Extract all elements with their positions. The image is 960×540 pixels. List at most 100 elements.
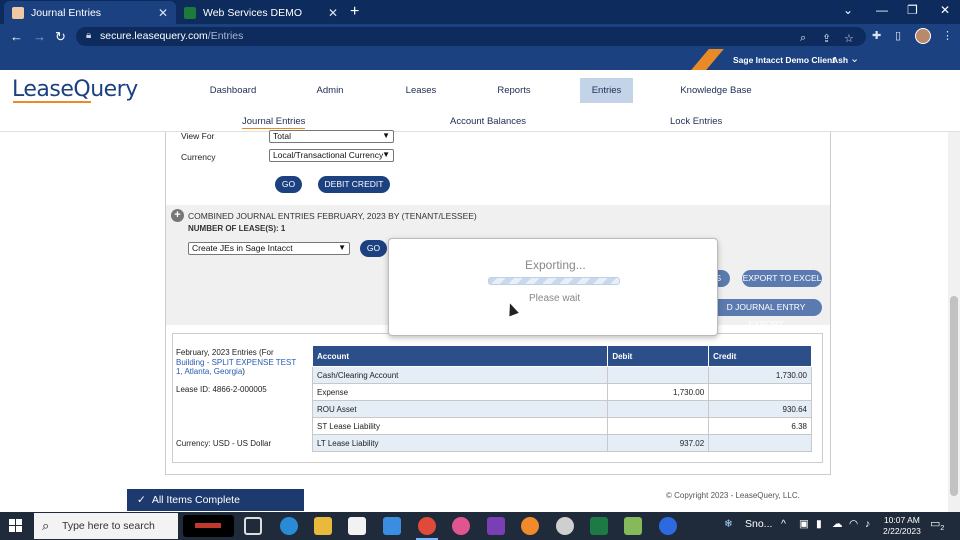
excel-icon[interactable]	[590, 517, 608, 535]
restore-button[interactable]: ❐	[907, 3, 918, 17]
app-icon[interactable]	[521, 517, 539, 535]
debit-cell	[607, 417, 710, 435]
tab-search-icon[interactable]: ⌄	[843, 3, 853, 17]
notification-count: 2	[940, 525, 945, 533]
currency-select[interactable]: Local/Transactional Currency ▼	[269, 149, 394, 162]
weather-snow-icon[interactable]: ❄	[724, 518, 733, 530]
user-menu-chevron-icon[interactable]: ⌄	[850, 52, 859, 65]
credit-cell: 6.38	[708, 417, 812, 435]
chevron-down-icon: ▼	[382, 150, 390, 159]
wifi-icon[interactable]: ◠	[849, 518, 858, 530]
table-row: ROU Asset 930.64	[311, 400, 812, 418]
browser-menu-icon[interactable]: ⋮	[942, 29, 953, 42]
journal-entries-table: Account Debit Credit Cash/Clearing Accou…	[311, 345, 812, 452]
view-for-select[interactable]: Total ▼	[269, 130, 394, 143]
entry-currency: Currency: USD - US Dollar	[176, 439, 272, 448]
subnav-account-balances[interactable]: Account Balances	[450, 116, 526, 127]
debit-credit-button[interactable]: DEBIT CREDIT	[318, 176, 390, 193]
nav-dashboard[interactable]: Dashboard	[195, 78, 271, 103]
url-field[interactable]: 🔒︎ secure.leasequery.com/Entries ⌕ ⇪ ☆	[76, 27, 866, 46]
slack-icon[interactable]	[452, 517, 470, 535]
table-row: Expense 1,730.00	[311, 383, 812, 401]
camera-icon[interactable]: ▣	[799, 518, 809, 530]
sage-favicon-icon	[184, 6, 196, 19]
lease-link[interactable]: Building - SPLIT EXPENSE TEST 1, Atlanta…	[176, 358, 296, 377]
notepad-icon[interactable]	[624, 517, 642, 535]
lease-count: NUMBER OF LEASE(S): 1	[188, 224, 286, 233]
side-panel-icon[interactable]: ▯	[895, 29, 901, 42]
search-icon: ⌕	[42, 518, 50, 533]
leasequery-favicon-icon	[12, 6, 24, 19]
forward-arrow-icon[interactable]: →	[33, 29, 46, 44]
microsoft-store-icon[interactable]	[348, 517, 366, 535]
action-go-button[interactable]: GO	[360, 240, 387, 257]
subnav-lock-entries[interactable]: Lock Entries	[670, 116, 722, 127]
debit-cell: 1,730.00	[607, 383, 710, 401]
weather-text[interactable]: Sno...	[745, 518, 772, 530]
checkmark-icon: ✓	[137, 494, 146, 506]
tab-close-icon[interactable]: ✕	[328, 6, 338, 20]
edge-browser-icon[interactable]	[280, 517, 298, 535]
tab-web-services-demo[interactable]: Web Services DEMO ✕	[176, 1, 346, 24]
tab-journal-entries[interactable]: Journal Entries ✕	[4, 1, 176, 24]
expand-plus-icon[interactable]: +	[171, 209, 184, 222]
journal-entry-export-button[interactable]: D JOURNAL ENTRY EXPORT	[710, 299, 822, 329]
task-view-icon[interactable]	[244, 517, 262, 535]
action-select[interactable]: Create JEs in Sage Intacct ▼	[188, 242, 350, 255]
reload-icon[interactable]: ↻	[55, 29, 66, 45]
credit-cell: 1,730.00	[708, 366, 812, 384]
zoom-icon[interactable]: ⌕	[800, 32, 806, 45]
profile-avatar[interactable]	[915, 28, 931, 44]
mail-icon[interactable]	[383, 517, 401, 535]
filter-go-button[interactable]: GO	[275, 176, 302, 193]
volume-icon[interactable]: ♪	[865, 518, 870, 530]
share-icon[interactable]: ⇪	[822, 32, 831, 45]
new-tab-button[interactable]: +	[350, 3, 359, 21]
microphone-icon[interactable]: ▮	[816, 518, 822, 530]
user-name[interactable]: Ash	[832, 55, 848, 65]
currency-label: Currency	[181, 152, 216, 162]
nav-knowledge-base[interactable]: Knowledge Base	[670, 78, 762, 103]
taskbar-clock[interactable]: 10:07 AM 2/22/2023	[883, 515, 921, 537]
nav-entries[interactable]: Entries	[580, 78, 633, 103]
client-name[interactable]: Sage Intacct Demo Client	[733, 55, 835, 65]
chevron-down-icon: ▼	[338, 243, 346, 252]
tab-title: Journal Entries	[31, 6, 102, 19]
table-row: Cash/Clearing Account 1,730.00	[311, 366, 812, 384]
settings-gear-icon[interactable]	[556, 517, 574, 535]
back-arrow-icon[interactable]: ←	[10, 29, 23, 44]
onedrive-icon[interactable]: ☁	[832, 518, 843, 530]
section-title: COMBINED JOURNAL ENTRIES FEBRUARY, 2023 …	[188, 211, 477, 221]
extensions-puzzle-icon[interactable]: ✚	[872, 29, 881, 42]
tab-close-icon[interactable]: ✕	[158, 6, 168, 20]
nav-admin[interactable]: Admin	[300, 78, 360, 103]
leasequery-logo[interactable]: LeaseQuery	[12, 77, 138, 102]
file-explorer-icon[interactable]	[314, 517, 332, 535]
table-row: ST Lease Liability 6.38	[311, 417, 812, 435]
subnav-journal-entries[interactable]: Journal Entries	[242, 116, 306, 129]
onenote-icon[interactable]	[487, 517, 505, 535]
windows-start-icon[interactable]	[9, 519, 23, 533]
account-cell: ROU Asset	[311, 400, 609, 418]
browser-tab-strip: Journal Entries ✕ Web Services DEMO ✕ + …	[0, 0, 960, 24]
table-header-row: Account Debit Credit	[311, 345, 812, 367]
minimize-button[interactable]: —	[876, 3, 888, 17]
debit-cell	[607, 366, 710, 384]
chrome-icon[interactable]	[416, 517, 438, 540]
tray-chevron-up-icon[interactable]: ^	[781, 518, 786, 530]
nav-reports[interactable]: Reports	[482, 78, 546, 103]
scrollbar-thumb[interactable]	[950, 296, 958, 496]
exporting-modal	[388, 238, 718, 336]
credit-cell: 930.64	[708, 400, 812, 418]
chevron-down-icon: ▼	[382, 131, 390, 140]
nav-leases[interactable]: Leases	[392, 78, 450, 103]
export-to-excel-button[interactable]: EXPORT TO EXCEL	[742, 270, 822, 287]
taskbar-preview-thumbnail[interactable]	[183, 515, 234, 537]
all-items-complete-banner[interactable]: ✓ All Items Complete	[127, 489, 304, 511]
bookmark-star-icon[interactable]: ☆	[844, 32, 854, 45]
view-for-value: Total	[273, 131, 291, 141]
close-window-button[interactable]: ✕	[940, 3, 950, 17]
column-header-account: Account	[311, 345, 609, 367]
zoom-app-icon[interactable]	[659, 517, 677, 535]
notification-center-icon[interactable]: ▭2	[930, 517, 950, 533]
